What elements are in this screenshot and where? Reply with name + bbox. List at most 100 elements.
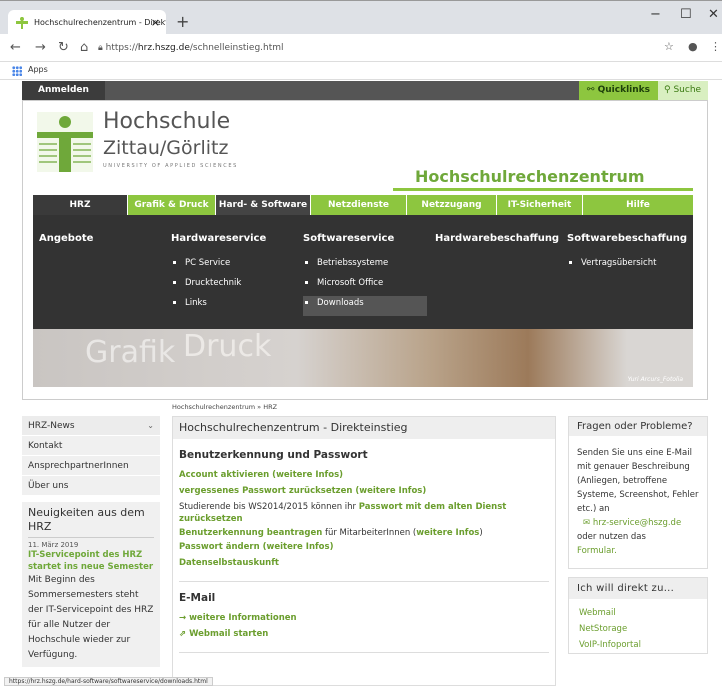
mega-heading-hardwareservice[interactable]: Hardwareservice [171,233,266,244]
webmail-start-link[interactable]: ⇗ Webmail starten [179,626,549,642]
more-info-link-2[interactable]: weitere Infos [359,486,422,496]
bookmark-star-icon[interactable]: ☆ [664,40,674,53]
hszg-logo-icon[interactable] [37,112,93,172]
link-row-password-change: Passwort ändern (weitere Infos) [179,539,549,555]
quicklinks-button[interactable]: ⚯ Quicklinks [578,81,658,100]
password-change-link[interactable]: Passwort ändern ( [179,542,267,552]
email-more-info-link[interactable]: → weitere Informationen [179,610,549,626]
menu-netzdienste[interactable]: Netzdienste [311,195,407,215]
browser-tab[interactable]: Hochschulrechenzentrum - Direkt... × [8,10,166,36]
paren-close: ) [339,470,344,480]
menu-it-sicherheit[interactable]: IT-Sicherheit [497,195,583,215]
account-activate-link[interactable]: Account aktivieren ( [179,470,276,480]
main-menu: HRZ Grafik & Druck Hard- & Software Netz… [33,195,693,215]
more-info-link-4[interactable]: weitere Infos [267,542,330,552]
questions-heading: Fragen oder Probleme? [569,417,707,436]
home-icon[interactable]: ⌂ [80,40,88,55]
mega-item-betriebssysteme[interactable]: Betriebssysteme [303,256,427,276]
quicklinks-label: Quicklinks [597,85,650,95]
tab-close-icon[interactable]: × [151,10,160,36]
menu-netzzugang[interactable]: Netzzugang [407,195,497,215]
banner-credit: Yuri Arcurs_Fotolia [627,376,683,383]
minimize-icon[interactable]: − [650,7,661,22]
more-info-link-3[interactable]: weitere Infos [416,528,479,538]
mega-heading-angebote[interactable]: Angebote [39,233,93,244]
direct-links-box: Ich will direkt zu... Webmail NetStorage… [568,577,708,654]
divider [179,652,549,653]
back-icon[interactable]: ← [10,40,21,55]
sidebar-item-ansprechpartner[interactable]: AnsprechpartnerInnen [22,456,160,476]
login-button[interactable]: Anmelden [22,81,105,100]
questions-text-2: oder nutzen das [577,532,646,542]
more-info-link-1[interactable]: weitere Infos [276,470,339,480]
sidebar-item-kontakt[interactable]: Kontakt [22,436,160,456]
mega-item-downloads[interactable]: Downloads [303,296,427,316]
data-self-disclosure-link[interactable]: Datenselbstauskunft [179,555,549,571]
banner-word-grafik: Grafik [85,335,176,370]
menu-kebab-icon[interactable]: ⋮ [710,40,721,53]
mega-item-microsoft-office[interactable]: Microsoft Office [303,276,427,296]
hero-banner-image: Grafik Druck Yuri Arcurs_Fotolia [33,329,693,387]
search-button[interactable]: ⚲ Suche [658,81,708,100]
mega-item-pc-service[interactable]: PC Service [171,256,266,276]
banner-word-druck: Druck [183,329,272,364]
apps-grid-icon[interactable] [12,66,22,76]
bookmarks-bar: Apps [0,62,722,80]
reload-icon[interactable]: ↻ [58,40,69,55]
account-icon[interactable]: ● [688,40,698,53]
menu-hard-software[interactable]: Hard- & Software [216,195,311,215]
direct-link-voip[interactable]: VoIP-Infoportal [569,637,707,653]
paren-close: ) [479,528,483,538]
url-domain: hrz.hszg.de [137,43,190,53]
link-row-account-activate: Account aktivieren (weitere Infos) [179,467,549,483]
paren-close: ) [329,542,334,552]
url-path: /schnelleinstieg.html [189,43,284,53]
address-bar-row: ← → ↻ ⌂ 🔒︎ https://hrz.hszg.de/schnellei… [0,34,722,62]
forward-icon[interactable]: → [35,40,46,55]
mega-heading-softwareservice[interactable]: Softwareservice [303,233,427,244]
mega-heading-softwarebeschaffung[interactable]: Softwarebeschaffung [567,233,687,244]
menu-hrz[interactable]: HRZ [33,195,128,215]
request-account-row: Benutzerkennung beantragen für Mitarbeit… [179,527,549,539]
news-body: Mit Beginn des Sommersemesters steht der… [28,575,154,660]
page-title: Hochschulrechenzentrum - Direkteinstieg [173,417,555,439]
breadcrumb[interactable]: Hochschulrechenzentrum » HRZ [172,403,277,411]
url-prefix: https:// [105,43,138,53]
maximize-icon[interactable]: ☐ [680,7,692,22]
news-title-link[interactable]: IT-Servicepoint des HRZ startet ins neue… [28,549,154,573]
news-box: Neuigkeiten aus dem HRZ 11. März 2019 IT… [22,502,160,667]
mega-item-links[interactable]: Links [171,296,266,316]
service-email-link[interactable]: ✉ hrz-service@hszg.de [577,518,681,528]
status-bar-url: https://hrz.hszg.de/hard-software/softwa… [4,677,213,686]
menu-hilfe[interactable]: Hilfe [583,195,693,215]
close-window-icon[interactable]: ✕ [708,7,719,22]
sidebar-item-hrz-news[interactable]: HRZ-News ⌄ [22,416,160,436]
divider [179,581,549,582]
chevron-down-icon: ⌄ [147,421,154,430]
paren-close: ) [422,486,427,496]
new-tab-icon[interactable]: + [176,12,189,31]
title-underline [393,188,693,191]
logo-text-line2: Zittau/Görlitz [103,137,229,159]
password-reset-link[interactable]: vergessenes Passwort zurücksetzen ( [179,486,359,496]
mega-item-drucktechnik[interactable]: Drucktechnik [171,276,266,296]
lock-icon: 🔒︎ [98,43,106,53]
menu-grafik-druck[interactable]: Grafik & Druck [128,195,216,215]
logo-subtitle: UNIVERSITY OF APPLIED SCIENCES [103,163,238,169]
link-row-password-reset: vergessenes Passwort zurücksetzen (weite… [179,483,549,499]
questions-text: Senden Sie uns eine E-Mail mit genauer B… [577,448,699,514]
direct-links-heading: Ich will direkt zu... [569,578,707,599]
direct-link-netstorage[interactable]: NetStorage [569,621,707,637]
mega-item-vertragsuebersicht[interactable]: Vertragsübersicht [567,256,687,276]
form-link[interactable]: Formular. [577,546,617,556]
news-heading: Neuigkeiten aus dem HRZ [28,506,154,538]
url-field[interactable]: 🔒︎ https://hrz.hszg.de/schnelleinstieg.h… [98,38,658,58]
main-content: Hochschulrechenzentrum - Direkteinstieg … [172,416,556,686]
request-account-link[interactable]: Benutzerkennung beantragen [179,528,322,538]
questions-box: Fragen oder Probleme? Senden Sie uns ein… [568,416,708,569]
mega-heading-hardwarebeschaffung[interactable]: Hardwarebeschaffung [435,233,559,244]
direct-link-webmail[interactable]: Webmail [569,605,707,621]
apps-label[interactable]: Apps [28,65,48,74]
old-service-text: Studierende bis WS2014/2015 können ihr P… [179,501,549,525]
sidebar-item-ueber-uns[interactable]: Über uns [22,476,160,496]
